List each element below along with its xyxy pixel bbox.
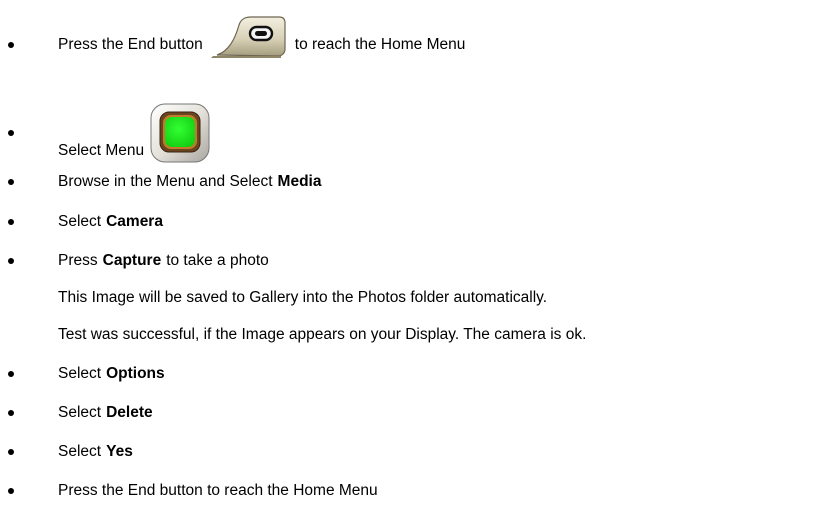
instruction-pre: Press the End button [58,36,203,53]
instruction-text: Select Menu [58,103,210,163]
instruction-pre: Select [58,213,102,230]
instruction-pre: Select [58,404,102,421]
instruction-pre: Press [58,252,98,269]
bullet [8,488,14,494]
menu-key-icon [150,103,210,163]
menu-term: Camera [106,213,163,230]
instruction-text: Select Delete [58,401,153,425]
bullet [8,130,14,136]
instruction-text: Press the End button to reach the Home M… [58,16,466,58]
note-text: Test was successful, if the Image appear… [58,326,587,343]
menu-term: Yes [106,443,133,460]
menu-term: Capture [102,252,162,269]
instruction-pre: Press the End button to reach the Home M… [58,482,378,499]
instruction-text: Browse in the Menu and Select Media [58,170,321,194]
instruction-text: Press the End button to reach the Home M… [58,479,378,503]
bullet [8,42,14,48]
note-text: This Image will be saved to Gallery into… [58,289,548,306]
end-key-icon [209,15,287,59]
instruction-text: Select Yes [58,440,133,464]
bullet [8,258,14,264]
instruction-pre: Select Menu [58,142,145,159]
instruction-text: Press Capture to take a photo [58,249,269,273]
bullet [8,449,14,455]
menu-term: Media [277,173,322,190]
instruction-pre: Select [58,365,102,382]
instruction-text: Select Camera [58,210,163,234]
instruction-pre: Select [58,443,102,460]
instruction-pre: Browse in the Menu and Select [58,173,273,190]
instruction-post: to reach the Home Menu [294,36,466,53]
bullet [8,410,14,416]
menu-term: Options [106,365,165,382]
instruction-text: Select Options [58,362,165,386]
bullet [8,179,14,185]
bullet [8,219,14,225]
bullet [8,371,14,377]
menu-term: Delete [106,404,153,421]
instruction-post: to take a photo [166,252,269,269]
